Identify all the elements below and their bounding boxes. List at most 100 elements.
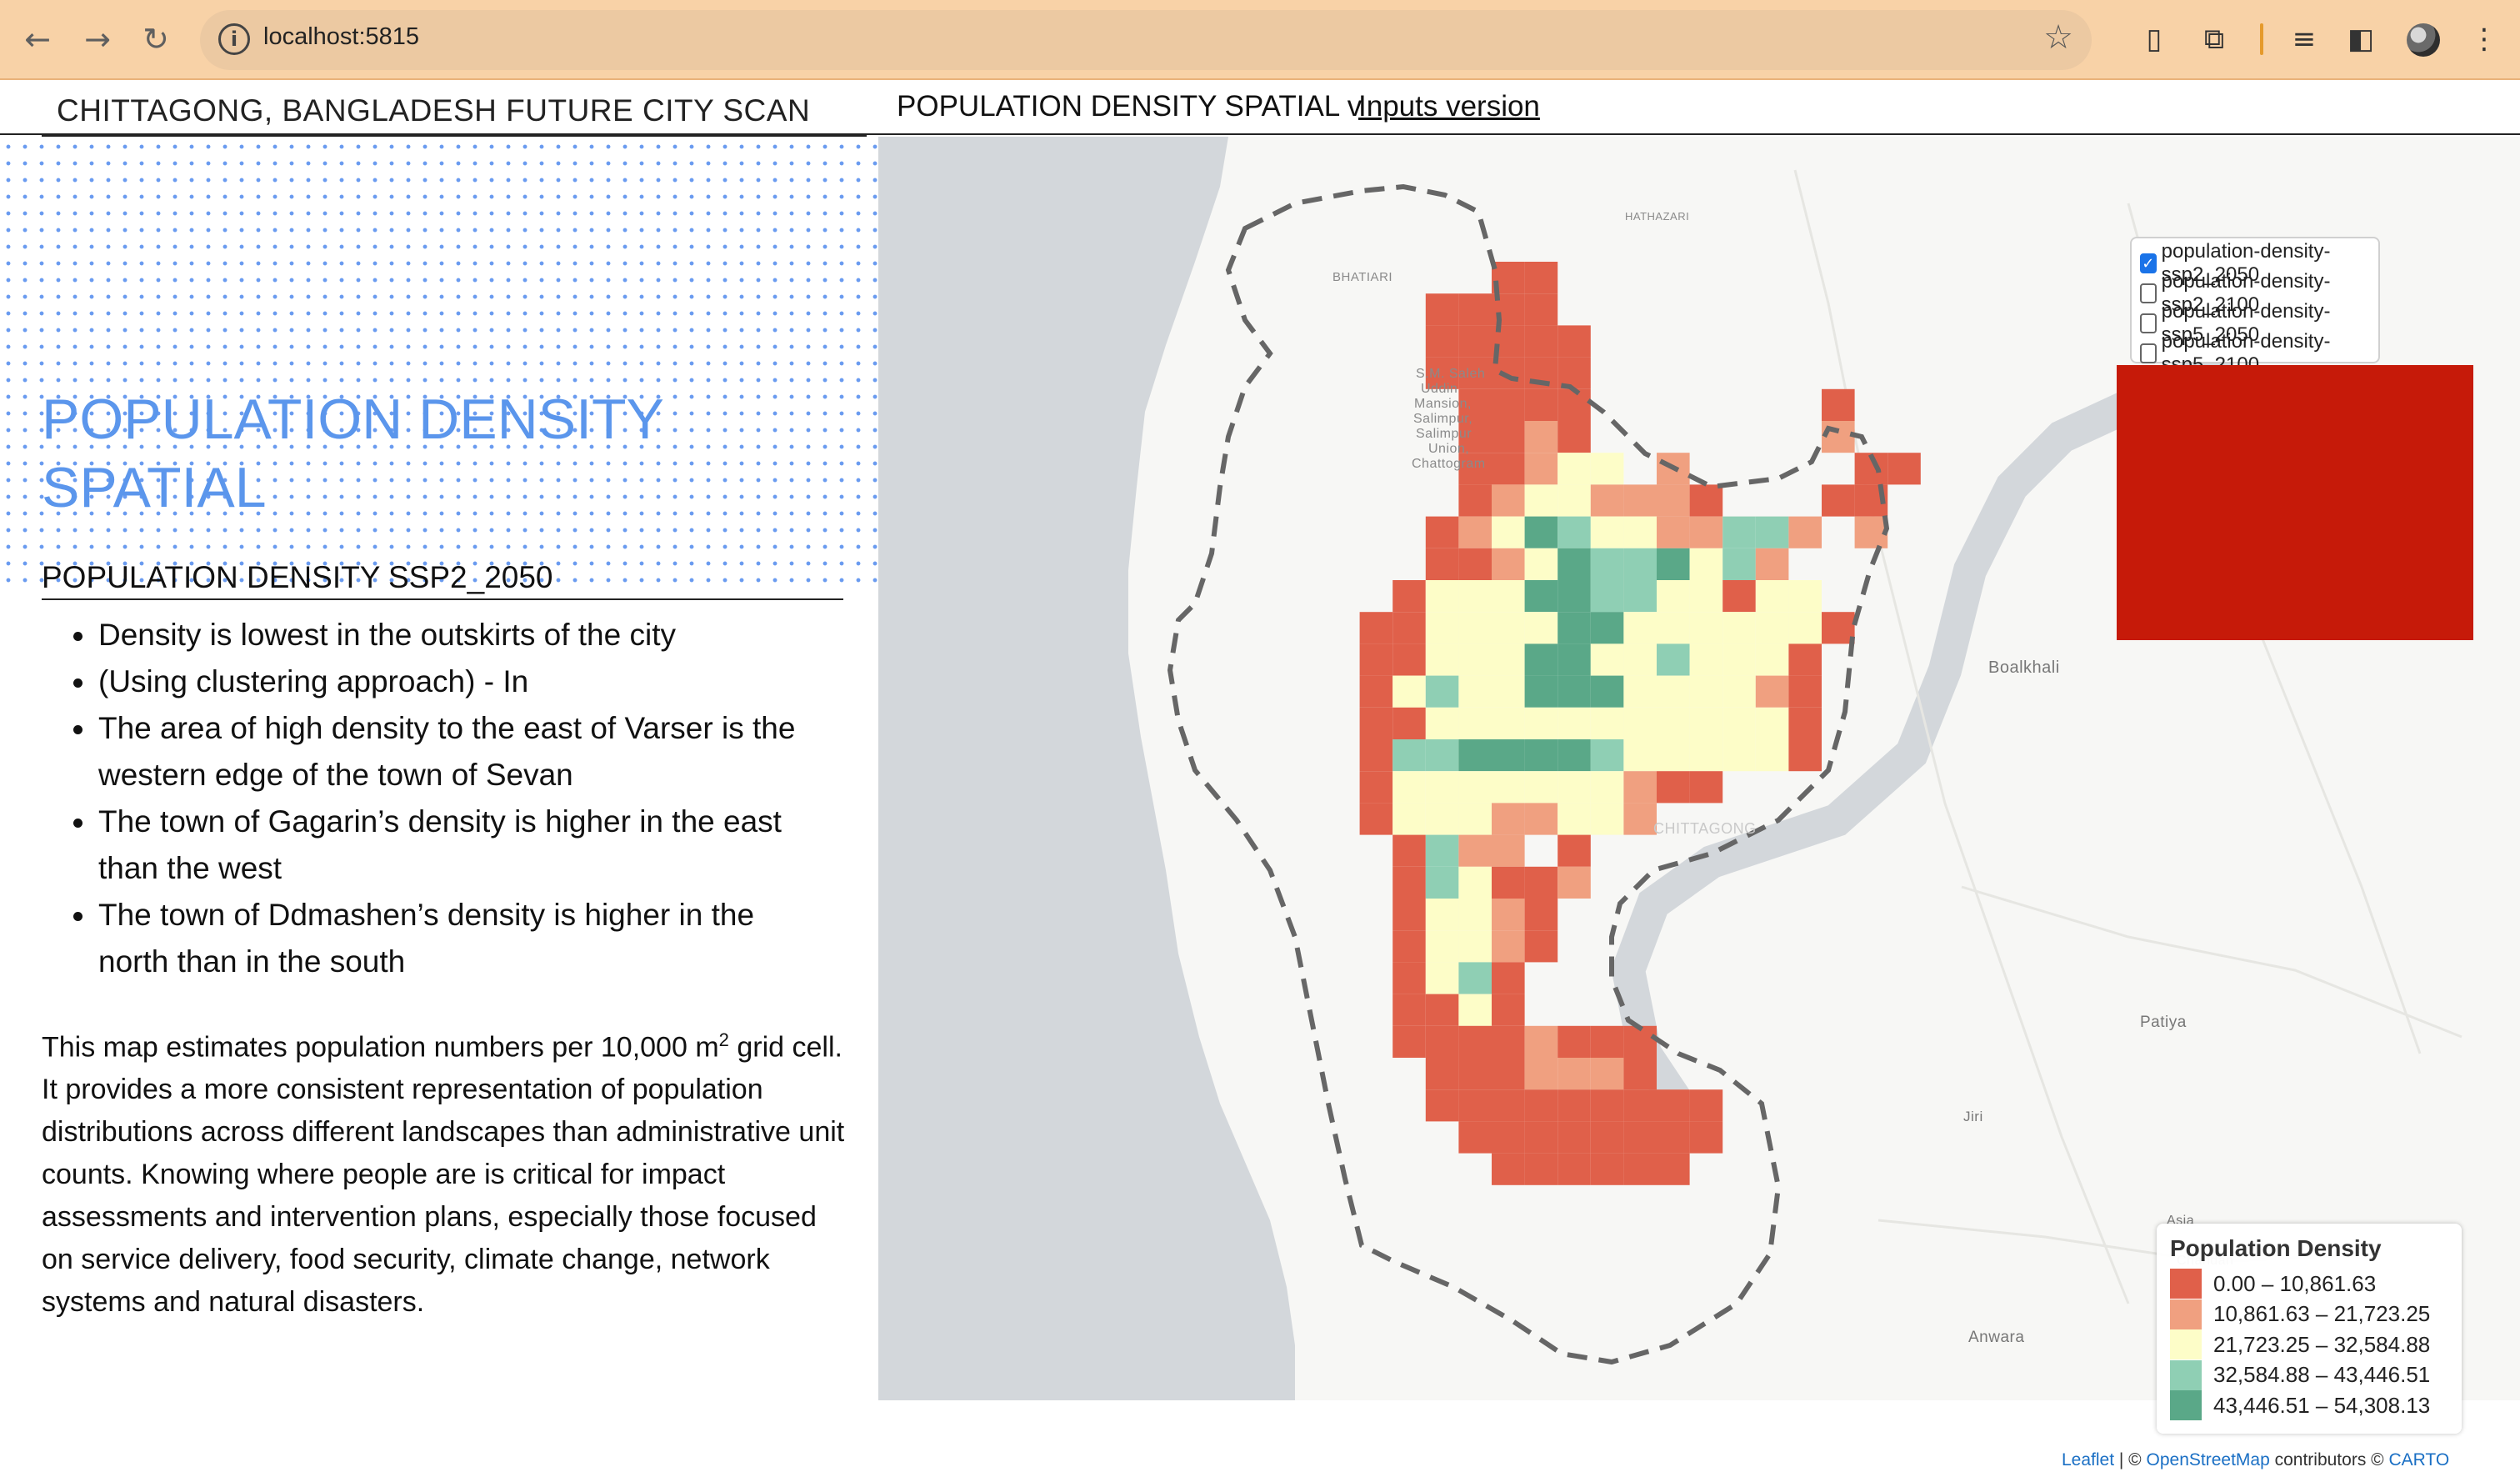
density-cell	[1689, 707, 1723, 739]
layer-option-ssp5-2100[interactable]: population-density-ssp5_2100	[2140, 330, 2370, 376]
density-cell	[1558, 739, 1591, 772]
site-info-icon[interactable]: i	[218, 23, 250, 55]
inputs-version-link[interactable]: Inputs version	[1358, 90, 1540, 123]
toolbar-divider	[2260, 23, 2263, 55]
density-cell	[1492, 739, 1525, 772]
place-label: Jiri	[1963, 1109, 1983, 1124]
top-navbar: CHITTAGONG, BANGLADESH FUTURE CITY SCAN …	[0, 80, 2520, 135]
density-cell	[1425, 834, 1459, 867]
density-cell	[1458, 612, 1492, 644]
density-cell	[1558, 1121, 1591, 1154]
density-cell	[1689, 612, 1723, 644]
density-cell	[1558, 771, 1591, 804]
density-cell	[1788, 675, 1822, 708]
side-panel-icon[interactable]: ◧	[2340, 18, 2382, 60]
density-cell	[1524, 325, 1558, 358]
place-label: Patiya	[2140, 1014, 2187, 1031]
density-cell	[1722, 675, 1756, 708]
density-cell	[1558, 1153, 1591, 1185]
legend-item: 0.00 – 10,861.63	[2170, 1269, 2448, 1299]
density-cell	[1623, 484, 1657, 517]
density-cell	[1623, 548, 1657, 580]
density-cell	[1558, 834, 1591, 867]
place-label: CHITTAGONG	[1653, 820, 1757, 837]
page-title: POPULATION DENSITY SPATIAL	[42, 385, 792, 522]
density-cell	[1623, 612, 1657, 644]
density-cell	[1558, 1058, 1591, 1090]
density-cell	[1524, 516, 1558, 548]
density-cell	[1492, 388, 1525, 421]
superscript: 2	[718, 1029, 729, 1050]
place-label: Anwara	[1968, 1329, 2025, 1346]
url-text[interactable]: localhost:5815	[263, 23, 419, 51]
page-icon[interactable]: ▯	[2133, 18, 2175, 60]
density-cell	[1788, 707, 1822, 739]
density-cell	[1722, 516, 1756, 548]
density-cell	[1359, 803, 1393, 835]
density-cell	[1657, 484, 1690, 517]
density-cell	[1458, 739, 1492, 772]
density-cell	[1492, 643, 1525, 676]
density-cell	[1425, 803, 1459, 835]
density-cell	[1425, 1089, 1459, 1122]
menu-kebab-icon[interactable]: ⋮	[2463, 18, 2505, 60]
density-cell	[1524, 453, 1558, 485]
back-icon[interactable]: ←	[17, 18, 58, 60]
attribution-sep: | ©	[2114, 1450, 2147, 1469]
title-underline	[42, 135, 867, 137]
density-cell	[1458, 580, 1492, 613]
checkbox-icon[interactable]	[2140, 283, 2157, 303]
legend-item: 32,584.88 – 43,446.51	[2170, 1359, 2448, 1391]
density-cell	[1657, 612, 1690, 644]
density-cell	[1492, 803, 1525, 835]
density-cell	[1359, 612, 1393, 644]
forward-icon[interactable]: →	[77, 18, 118, 60]
density-cell	[1524, 580, 1558, 613]
carto-link[interactable]: CARTO	[2388, 1450, 2449, 1469]
legend-label: 43,446.51 – 54,308.13	[2213, 1392, 2431, 1418]
place-label: Chattogram	[1412, 457, 1486, 471]
density-cell	[1359, 707, 1393, 739]
reload-icon[interactable]: ↻	[135, 18, 177, 60]
density-cell	[1359, 739, 1393, 772]
density-cell	[1590, 453, 1624, 485]
layer-control: ✓ population-density-ssp2_2050 populatio…	[2130, 237, 2380, 376]
density-cell	[1392, 1025, 1426, 1058]
density-cell	[1623, 771, 1657, 804]
density-cell	[1458, 994, 1492, 1026]
place-label: Union,	[1428, 442, 1470, 456]
density-cell	[1425, 930, 1459, 963]
density-cell	[1425, 962, 1459, 994]
bookmark-star-icon[interactable]: ☆	[2043, 18, 2073, 57]
address-bar[interactable]: i localhost:5815 ☆	[200, 10, 2092, 70]
checkbox-icon[interactable]	[2140, 313, 2157, 333]
checkbox-checked-icon[interactable]: ✓	[2140, 253, 2157, 273]
density-cell	[1492, 548, 1525, 580]
density-cell	[1558, 803, 1591, 835]
density-cell	[1590, 1153, 1624, 1185]
density-cell	[1392, 962, 1426, 994]
density-cell	[1755, 739, 1789, 772]
layer-dropdown[interactable]: POPULATION DENSITY SPATIAL v	[897, 90, 1362, 123]
density-cell	[1590, 1058, 1624, 1090]
density-cell	[1492, 771, 1525, 804]
density-cell	[1788, 580, 1822, 613]
media-queue-icon[interactable]: ≡	[2283, 18, 2325, 60]
app-page: POPULATION DENSITY SPATIAL POPULATION DE…	[0, 80, 2520, 1472]
leaflet-link[interactable]: Leaflet	[2062, 1450, 2114, 1469]
osm-link[interactable]: OpenStreetMap	[2147, 1450, 2270, 1469]
profile-avatar[interactable]	[2407, 23, 2440, 57]
checkbox-icon[interactable]	[2140, 343, 2157, 363]
density-cell	[1458, 803, 1492, 835]
extensions-puzzle-icon[interactable]: ⧉	[2193, 18, 2235, 60]
legend-swatch	[2170, 1299, 2202, 1329]
density-cell	[1458, 643, 1492, 676]
legend-label: 21,723.25 – 32,584.88	[2213, 1331, 2431, 1357]
legend-item: 43,446.51 – 54,308.13	[2170, 1390, 2448, 1421]
density-cell	[1392, 707, 1426, 739]
density-cell	[1425, 643, 1459, 676]
density-cell	[1392, 994, 1426, 1026]
density-cell	[1657, 580, 1690, 613]
density-cell	[1558, 675, 1591, 708]
section-heading: POPULATION DENSITY SSP2_2050	[42, 560, 843, 600]
